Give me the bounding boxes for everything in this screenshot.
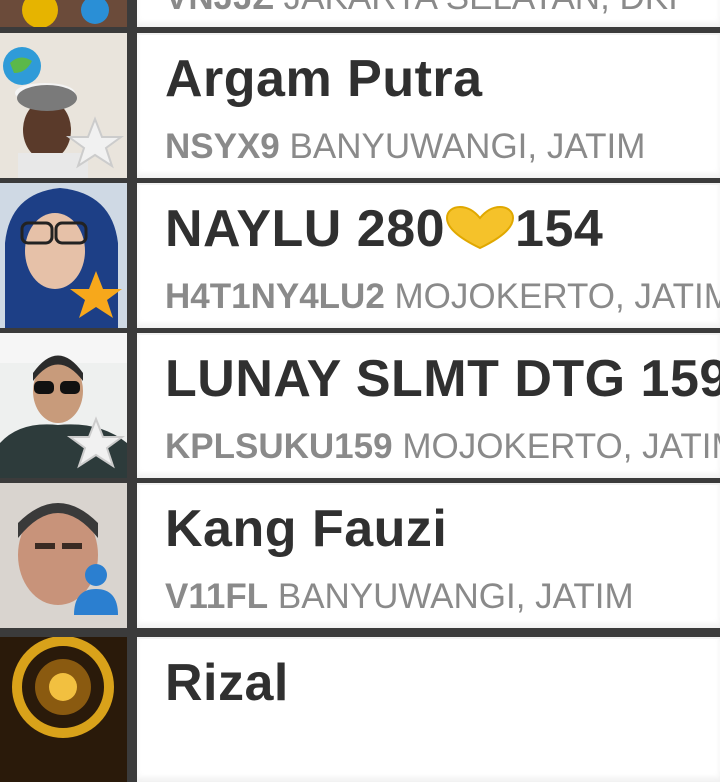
contact-name: Kang Fauzi [165,500,448,558]
contact-location: MOJOKERTO, JATIM [402,427,720,466]
contact-subtitle: V11FL BANYUWANGI, JATIM [165,577,634,617]
contact-subtitle: H4T1NY4LU2 MOJOKERTO, JATIM [165,277,720,317]
avatar-photo [0,0,127,27]
contact-row[interactable]: Argam Putra NSYX9 BANYUWANGI, JATIM [0,33,720,178]
contact-subtitle: VNJJZ JAKARTA SELATAN, DKI [165,0,678,18]
contact-name-part: NAYLU 280 [165,200,446,258]
avatar-photo [0,33,127,178]
person-icon [85,564,107,586]
contact-card[interactable]: NAYLU 280 154 H4T1NY4LU2 MOJOKERTO, JATI… [137,183,720,328]
contact-avatar[interactable] [0,183,127,328]
contact-card[interactable]: Argam Putra NSYX9 BANYUWANGI, JATIM [137,33,720,178]
contact-card[interactable]: LUNAY SLMT DTG 159 KPLSUKU159 MOJOKERTO,… [137,333,720,478]
contact-location: BANYUWANGI, JATIM [289,127,646,166]
contact-avatar[interactable] [0,637,127,782]
contact-row[interactable]: Kang Fauzi V11FL BANYUWANGI, JATIM [0,483,720,628]
contact-row[interactable]: VNJJZ JAKARTA SELATAN, DKI [0,0,720,27]
contact-row[interactable]: Rizal [0,637,720,782]
contact-name: NAYLU 280 154 [165,199,603,259]
contact-avatar[interactable] [0,33,127,178]
contact-location: MOJOKERTO, JATIM [394,277,720,316]
avatar-photo [0,637,127,782]
contact-subtitle: KPLSUKU159 MOJOKERTO, JATIM [165,427,720,467]
contact-avatar[interactable] [0,0,127,27]
contact-name-part: 154 [515,200,604,258]
contact-name: LUNAY SLMT DTG 159 [165,350,720,408]
contact-code: H4T1NY4LU2 [165,277,385,316]
contact-code: NSYX9 [165,127,280,166]
contact-code: KPLSUKU159 [165,427,393,466]
avatar-photo [0,333,127,478]
contact-card[interactable]: Kang Fauzi V11FL BANYUWANGI, JATIM [137,483,720,628]
contact-code: V11FL [165,577,269,616]
contact-list: VNJJZ JAKARTA SELATAN, DKI Argam Putra N… [0,0,720,782]
yellow-heart-icon [446,206,515,250]
contact-location: BANYUWANGI, JATIM [277,577,634,616]
avatar-photo [0,183,127,328]
contact-name: Argam Putra [165,50,483,108]
contact-avatar[interactable] [0,483,127,628]
contact-card[interactable]: Rizal [137,637,720,782]
contact-code: VNJJZ [165,0,274,17]
contact-name: Rizal [165,654,289,712]
contact-subtitle: NSYX9 BANYUWANGI, JATIM [165,127,645,167]
contact-avatar[interactable] [0,333,127,478]
contact-card[interactable]: VNJJZ JAKARTA SELATAN, DKI [137,0,720,27]
avatar-photo [0,483,127,628]
contact-row[interactable]: NAYLU 280 154 H4T1NY4LU2 MOJOKERTO, JATI… [0,183,720,328]
contact-location: JAKARTA SELATAN, DKI [284,0,678,17]
contact-row[interactable]: LUNAY SLMT DTG 159 KPLSUKU159 MOJOKERTO,… [0,333,720,478]
